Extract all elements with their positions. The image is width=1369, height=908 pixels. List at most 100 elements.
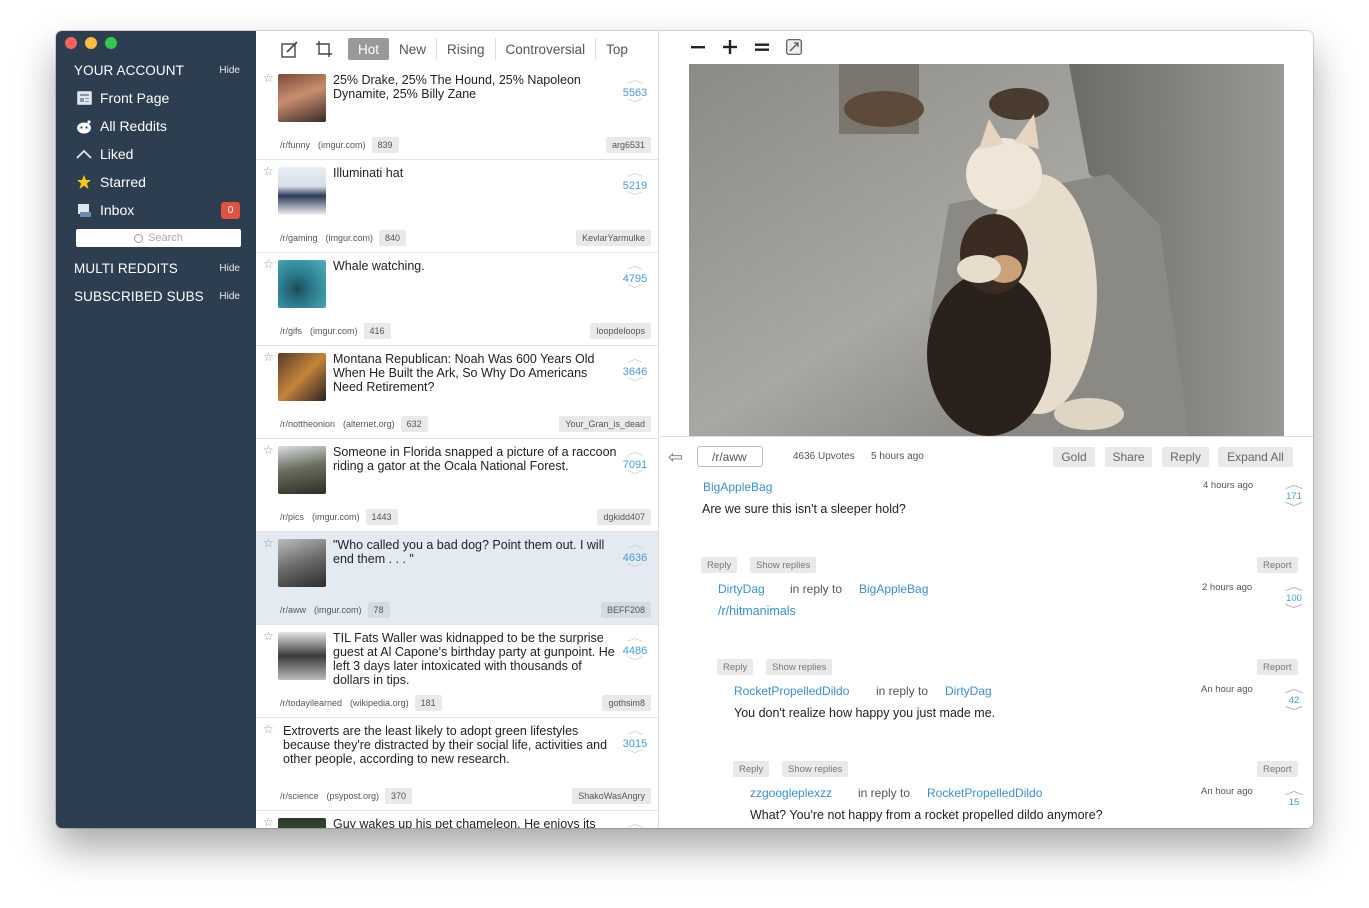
comment-count[interactable]: 370 — [385, 788, 413, 804]
subscribed-hide-button[interactable]: Hide — [219, 291, 240, 302]
multi-reddits-hide-button[interactable]: Hide — [219, 263, 240, 274]
downvote-icon[interactable]: ﹀ — [613, 285, 658, 297]
sidebar-item-all-reddits[interactable]: All Reddits — [76, 115, 240, 137]
tab-top[interactable]: Top — [596, 38, 638, 60]
post-author[interactable]: BEFF208 — [600, 602, 651, 618]
post-author[interactable]: Your_Gran_is_dead — [559, 416, 651, 432]
report-button[interactable]: Report — [1257, 659, 1298, 675]
comment-reply-button[interactable]: Reply — [701, 557, 738, 573]
comment-author[interactable]: zzgoogleplexzz — [750, 786, 832, 800]
show-replies-button[interactable]: Show replies — [750, 557, 817, 573]
account-hide-button[interactable]: Hide — [219, 65, 240, 76]
upvote-icon[interactable]: ︿ — [1270, 581, 1313, 593]
star-icon[interactable]: ☆ — [263, 350, 274, 364]
post-author[interactable]: arg6531 — [605, 137, 651, 153]
gold-button[interactable]: Gold — [1053, 447, 1095, 467]
post-image[interactable] — [689, 64, 1284, 436]
zoom-out-icon[interactable] — [688, 37, 708, 57]
subreddit-field[interactable]: /r/aww — [697, 446, 763, 467]
show-replies-button[interactable]: Show replies — [766, 659, 833, 675]
tab-controversial[interactable]: Controversial — [496, 38, 597, 60]
downvote-icon[interactable]: ﹀ — [1270, 706, 1313, 718]
tab-hot[interactable]: Hot — [348, 38, 390, 60]
star-icon[interactable]: ☆ — [263, 629, 274, 643]
post-row-selected[interactable]: ☆ "Who called you a bad dog? Point them … — [256, 532, 658, 625]
upvote-icon[interactable]: ︿ — [613, 726, 658, 738]
upvote-icon[interactable]: ︿ — [613, 540, 658, 552]
post-title[interactable]: Illuminati hat — [333, 166, 618, 180]
sidebar-search-input[interactable]: Search — [76, 229, 241, 247]
post-subreddit[interactable]: /r/science — [280, 791, 319, 801]
post-row[interactable]: ☆ Extroverts are the least likely to ado… — [256, 718, 658, 811]
post-row[interactable]: ☆ Someone in Florida snapped a picture o… — [256, 439, 658, 532]
post-title[interactable]: 25% Drake, 25% The Hound, 25% Napoleon D… — [333, 73, 618, 101]
post-row[interactable]: ☆ Montana Republican: Noah Was 600 Years… — [256, 346, 658, 439]
comment-reply-button[interactable]: Reply — [733, 761, 770, 777]
post-title[interactable]: "Who called you a bad dog? Point them ou… — [333, 538, 618, 566]
compose-icon[interactable] — [280, 40, 300, 58]
post-thumbnail[interactable] — [278, 167, 326, 215]
back-arrow-icon[interactable]: ⇦ — [668, 447, 683, 468]
post-thumbnail[interactable] — [278, 818, 326, 828]
post-thumbnail[interactable] — [278, 74, 326, 122]
post-title[interactable]: Guy wakes up his pet chameleon. He enjoy… — [333, 817, 618, 828]
comment-count[interactable]: 1443 — [365, 509, 398, 525]
post-thumbnail[interactable] — [278, 446, 326, 494]
comment-author[interactable]: BigAppleBag — [703, 480, 772, 494]
downvote-icon[interactable]: ﹀ — [613, 192, 658, 204]
downvote-icon[interactable]: ﹀ — [613, 750, 658, 762]
report-button[interactable]: Report — [1257, 761, 1298, 777]
post-author[interactable]: loopdeloops — [590, 323, 651, 339]
upvote-icon[interactable]: ︿ — [1270, 683, 1313, 695]
tab-new[interactable]: New — [389, 38, 438, 60]
reply-to-author[interactable]: RocketPropelledDildo — [927, 786, 1042, 800]
post-row[interactable]: ☆ Guy wakes up his pet chameleon. He enj… — [256, 811, 658, 828]
post-thumbnail[interactable] — [278, 260, 326, 308]
expand-all-button[interactable]: Expand All — [1218, 447, 1293, 467]
fullscreen-icon[interactable] — [784, 37, 804, 57]
minimize-window-button[interactable] — [85, 37, 97, 49]
post-row[interactable]: ☆ 25% Drake, 25% The Hound, 25% Napoleon… — [256, 67, 658, 160]
share-button[interactable]: Share — [1105, 447, 1152, 467]
post-row[interactable]: ☆ Whale watching. ︿ 4795 ﹀ /r/gifs (imgur.… — [256, 253, 658, 346]
post-subreddit[interactable]: /r/pics — [280, 512, 304, 522]
star-icon[interactable]: ☆ — [263, 536, 274, 550]
upvote-icon[interactable]: ︿ — [613, 354, 658, 366]
downvote-icon[interactable]: ﹀ — [613, 471, 658, 483]
comment-count[interactable]: 632 — [400, 416, 428, 432]
crop-icon[interactable] — [314, 40, 334, 58]
post-author[interactable]: ShakoWasAngry — [572, 788, 651, 804]
post-subreddit[interactable]: /r/nottheonion — [280, 419, 335, 429]
downvote-icon[interactable]: ﹀ — [1270, 604, 1313, 616]
upvote-icon[interactable]: ︿ — [613, 168, 658, 180]
sidebar-item-starred[interactable]: Starred — [76, 171, 240, 193]
post-author[interactable]: KevlarYarmulke — [576, 230, 651, 246]
comment-author[interactable]: DirtyDag — [718, 582, 765, 596]
downvote-icon[interactable]: ﹀ — [613, 564, 658, 576]
downvote-icon[interactable]: ﹀ — [1270, 502, 1313, 514]
sidebar-item-inbox[interactable]: Inbox 0 — [76, 199, 240, 221]
zoom-in-icon[interactable] — [720, 37, 740, 57]
star-icon[interactable]: ☆ — [263, 257, 274, 271]
post-thumbnail[interactable] — [278, 632, 326, 680]
upvote-icon[interactable]: ︿ — [613, 261, 658, 273]
post-thumbnail[interactable] — [278, 539, 326, 587]
star-icon[interactable]: ☆ — [263, 722, 274, 736]
star-icon[interactable]: ☆ — [263, 164, 274, 178]
post-author[interactable]: gothsim8 — [602, 695, 651, 711]
tab-rising[interactable]: Rising — [437, 38, 496, 60]
post-title[interactable]: Someone in Florida snapped a picture of … — [333, 445, 618, 473]
zoom-window-button[interactable] — [105, 37, 117, 49]
post-subreddit[interactable]: /r/gaming — [280, 233, 318, 243]
post-title[interactable]: Whale watching. — [333, 259, 618, 273]
report-button[interactable]: Report — [1257, 557, 1298, 573]
reply-to-author[interactable]: BigAppleBag — [859, 582, 928, 596]
downvote-icon[interactable]: ﹀ — [613, 378, 658, 390]
reply-button[interactable]: Reply — [1162, 447, 1209, 467]
post-subreddit[interactable]: /r/funny — [280, 140, 310, 150]
star-icon[interactable]: ☆ — [263, 443, 274, 457]
comment-author[interactable]: RocketPropelledDildo — [734, 684, 849, 698]
sidebar-item-front-page[interactable]: Front Page — [76, 87, 240, 109]
comment-count[interactable]: 181 — [414, 695, 442, 711]
post-title[interactable]: Montana Republican: Noah Was 600 Years O… — [333, 352, 618, 394]
